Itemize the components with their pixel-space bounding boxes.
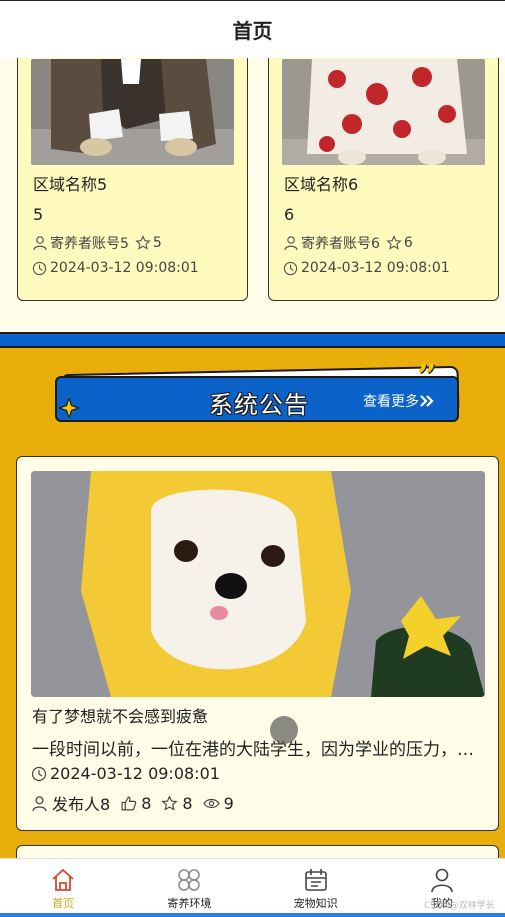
notice-title: 有了梦想就不会感到疲惫 [32, 707, 209, 726]
eye-icon [202, 795, 220, 812]
grid-icon [176, 867, 202, 893]
like-count: 8 [141, 793, 152, 813]
view-count: 9 [223, 793, 234, 813]
banner-body: 系统公告 查看更多 [55, 376, 459, 422]
region-number: 5 [33, 205, 44, 224]
region-name: 区域名称5 [33, 175, 108, 194]
notice-banner: 系统公告 查看更多 ” [55, 360, 461, 426]
region-meta: 寄养者账号6 6 [283, 233, 413, 253]
time-text: 2024-03-12 09:08:01 [301, 260, 450, 276]
notice-stats: 发布人8 8 8 9 [31, 791, 234, 815]
tab-label: 宠物知识 [293, 897, 338, 910]
clock-icon [32, 261, 47, 276]
touch-indicator [270, 716, 298, 744]
time-text: 2024-03-12 09:08:01 [50, 260, 199, 276]
region-list: 区域名称5 5 寄养者账号5 5 2024-03-12 09:08:01 区域名… [0, 58, 505, 332]
time-text: 2024-03-12 09:08:01 [50, 764, 220, 783]
sparkle-icon [59, 398, 79, 418]
quote-mark-icon: ” [417, 357, 437, 397]
notice-card[interactable]: 有了梦想就不会感到疲惫 一段时间以前，一位在港的大陆学生，因为学业的压力，感到非… [16, 456, 499, 831]
tab-home[interactable]: 首页 [0, 859, 126, 917]
section-title: 系统公告 [209, 391, 309, 419]
tab-pet-knowledge[interactable]: 宠物知识 [253, 859, 379, 917]
user-icon [429, 867, 455, 893]
tab-label: 寄养环境 [167, 897, 212, 910]
calendar-icon [303, 867, 329, 893]
region-meta: 寄养者账号5 5 [32, 233, 162, 253]
notice-time: 2024-03-12 09:08:01 [31, 764, 220, 783]
notice-description: 一段时间以前，一位在港的大陆学生，因为学业的压力，感到非常疲惫 [32, 740, 484, 760]
page-title: 首页 [232, 19, 273, 43]
star-count: 5 [152, 235, 162, 251]
view-more-label: 查看更多 [363, 394, 419, 410]
region-time: 2024-03-12 09:08:01 [283, 260, 450, 276]
region-time: 2024-03-12 09:08:01 [32, 260, 199, 276]
star-icon [386, 235, 402, 251]
tab-foster-environment[interactable]: 寄养环境 [126, 859, 252, 917]
top-navigation-bar: 首页 [0, 0, 505, 58]
region-photo [282, 59, 485, 165]
user-icon [31, 795, 48, 812]
favorite-count: 8 [182, 793, 193, 813]
bottom-accent-line [0, 913, 505, 917]
region-photo [31, 59, 234, 165]
foster-account: 寄养者账号5 [50, 236, 129, 252]
region-number: 6 [284, 205, 295, 224]
star-icon [135, 235, 151, 251]
foster-account: 寄养者账号6 [301, 236, 380, 252]
home-icon [50, 867, 76, 893]
user-icon [32, 235, 48, 251]
user-icon [283, 235, 299, 251]
tab-label: 首页 [52, 897, 75, 910]
star-count: 6 [403, 235, 413, 251]
clock-icon [283, 261, 298, 276]
clock-icon [31, 766, 47, 782]
notice-section: 系统公告 查看更多 ” 有了梦想就不会感到疲惫 一段时间以前，一位在港的大陆学生… [0, 348, 505, 875]
star-icon[interactable] [161, 794, 179, 812]
watermark: CSDN@双林学长 [424, 901, 495, 911]
thumbs-up-icon[interactable] [120, 795, 137, 812]
author-name: 发布人8 [52, 795, 111, 814]
notice-photo [31, 471, 485, 697]
section-divider [0, 332, 505, 348]
region-card[interactable]: 区域名称6 6 寄养者账号6 6 2024-03-12 09:08:01 [268, 58, 499, 301]
region-card[interactable]: 区域名称5 5 寄养者账号5 5 2024-03-12 09:08:01 [17, 58, 248, 301]
region-name: 区域名称6 [284, 175, 359, 194]
